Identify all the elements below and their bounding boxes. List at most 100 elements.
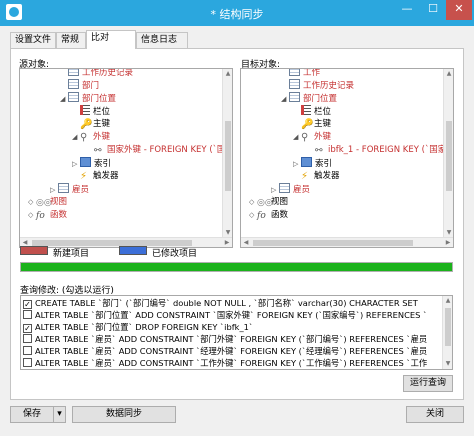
target-tree-label: 视图 — [271, 197, 289, 207]
source-tree-label: 外键 — [93, 132, 111, 142]
source-tree-row[interactable]: 工作历史记录 — [60, 69, 133, 79]
scroll-down-icon[interactable]: ▼ — [443, 359, 452, 369]
tab-compare[interactable]: 比对 — [86, 30, 136, 49]
expand-toggle-icon[interactable]: ◢ — [293, 131, 301, 144]
source-tree-row[interactable]: 部门 — [60, 79, 99, 92]
source-tree-label: 函数 — [50, 210, 68, 220]
query-row[interactable]: ✓ ALTER TABLE `部门位置` DROP FOREIGN KEY `ib… — [23, 321, 253, 333]
target-tree-row[interactable]: 工作历史记录 — [281, 79, 354, 92]
scroll-thumb[interactable] — [446, 121, 452, 191]
table-icon — [68, 92, 79, 102]
modified-item-swatch — [119, 246, 147, 255]
source-tree-row[interactable]: ◢ ⚲ 外键 — [72, 131, 110, 144]
source-tree-row[interactable]: 栏位 — [72, 105, 110, 118]
query-checkbox[interactable]: ✓ — [23, 324, 32, 333]
source-tree-row[interactable]: ◇ fo 函数 — [28, 209, 67, 222]
scroll-left-icon[interactable]: ◀ — [241, 238, 251, 247]
target-tree-label: 部门位置 — [303, 94, 338, 104]
target-tree-row[interactable]: ▷ 雇员 — [271, 183, 310, 196]
scroll-up-icon[interactable]: ▲ — [223, 69, 232, 79]
query-row[interactable]: ALTER TABLE `部门位置` ADD CONSTRAINT `国家外键`… — [23, 309, 427, 321]
query-text: ALTER TABLE `部门位置` ADD CONSTRAINT `国家外键`… — [35, 310, 428, 320]
query-checkbox[interactable] — [23, 310, 32, 319]
query-checkbox[interactable] — [23, 334, 32, 343]
expand-toggle-icon[interactable]: ◇ — [28, 209, 36, 222]
query-checkbox[interactable]: ✓ — [23, 300, 32, 309]
tab-settings-file[interactable]: 设置文件 — [10, 32, 56, 48]
target-tree-row[interactable]: ◢ 部门位置 — [281, 92, 337, 105]
column-icon — [80, 105, 90, 115]
source-tree-row[interactable]: 🔑主键 — [72, 118, 110, 131]
scroll-thumb[interactable] — [445, 308, 451, 346]
target-tree-row[interactable]: ◇ ◎◎视图 — [249, 196, 288, 209]
save-dropdown-button[interactable]: ▾ — [53, 406, 66, 423]
expand-toggle-icon[interactable]: ◇ — [28, 196, 36, 209]
target-tree-row[interactable]: 🔑主键 — [293, 118, 331, 131]
source-tree-row[interactable]: ⚯ 国家外键 - FOREIGN KEY (`国家 — [86, 144, 232, 157]
target-tree[interactable]: 工作工作历史记录 ◢ 部门位置 栏位 🔑主键 ◢ ⚲ 外键 ⚯ ibfk_1 - FOREIGN … — [240, 68, 454, 248]
run-query-button[interactable]: 运行查询 — [403, 375, 453, 392]
horizontal-scrollbar[interactable]: ◀ ▶ — [241, 237, 453, 247]
target-tree-label: 工作历史记录 — [303, 81, 355, 91]
target-tree-row[interactable]: ⚡ 触发器 — [293, 170, 340, 183]
scroll-thumb[interactable] — [253, 240, 413, 246]
source-tree[interactable]: 工作历史记录 部门 ◢ 部门位置 栏位 🔑主键 ◢ ⚲ 外键 ⚯ 国家外键 - FOREIGN KE… — [19, 68, 233, 248]
query-list[interactable]: ✓ CREATE TABLE `部门` (`部门编号` double NOT NU… — [20, 295, 453, 370]
expand-toggle-icon[interactable]: ◢ — [72, 131, 80, 144]
query-vertical-scrollbar[interactable]: ▲ ▼ — [442, 296, 452, 369]
expand-toggle-icon[interactable]: ◢ — [281, 93, 289, 106]
vertical-scrollbar[interactable]: ▲ ▼ — [222, 69, 232, 238]
query-checkbox[interactable] — [23, 358, 32, 367]
close-window-button[interactable]: ✕ — [446, 0, 472, 20]
scroll-right-icon[interactable]: ▶ — [443, 238, 453, 247]
source-tree-row[interactable]: ▷ 索引 — [72, 157, 111, 170]
expand-toggle-icon[interactable]: ◢ — [60, 93, 68, 106]
query-text: ALTER TABLE `雇员` ADD CONSTRAINT `工作外键` F… — [35, 358, 428, 368]
scroll-up-icon[interactable]: ▲ — [443, 296, 452, 306]
target-tree-row[interactable]: 栏位 — [293, 105, 331, 118]
table-icon — [289, 69, 300, 76]
tab-general[interactable]: 常规 — [56, 32, 86, 48]
query-row[interactable]: ALTER TABLE `雇员` ADD CONSTRAINT `部门外键` F… — [23, 333, 427, 345]
scroll-thumb[interactable] — [225, 121, 231, 191]
source-tree-label: 索引 — [94, 159, 112, 169]
table-icon — [68, 79, 79, 89]
target-tree-row[interactable]: 工作 — [281, 69, 320, 79]
vertical-scrollbar[interactable]: ▲ ▼ — [443, 69, 453, 238]
compare-panel: 源对象: 目标对象: 工作历史记录 部门 ◢ 部门位置 栏位 🔑主键 ◢ ⚲ 外键 ⚯ 国家外键 -… — [10, 48, 464, 400]
scroll-right-icon[interactable]: ▶ — [222, 238, 232, 247]
scroll-up-icon[interactable]: ▲ — [444, 69, 453, 79]
close-button[interactable]: 关闭 — [406, 406, 464, 423]
maximize-button[interactable]: ☐ — [420, 0, 446, 20]
foreign-key-item-icon: ⚯ — [94, 146, 102, 156]
query-row[interactable]: ALTER TABLE `雇员` ADD CONSTRAINT `经理外键` F… — [23, 345, 427, 357]
target-tree-row[interactable]: ◢ ⚲ 外键 — [293, 131, 331, 144]
save-button[interactable]: 保存 — [10, 406, 54, 423]
source-tree-label: 雇员 — [72, 185, 90, 195]
query-row[interactable]: ✓ CREATE TABLE `部门` (`部门编号` double NOT NU… — [23, 297, 418, 309]
source-tree-label: 部门位置 — [82, 94, 117, 104]
source-tree-row[interactable]: ▷ 雇员 — [50, 183, 89, 196]
table-icon — [289, 79, 300, 89]
target-tree-row[interactable]: ▷ 索引 — [293, 157, 332, 170]
source-tree-label: 主键 — [93, 119, 111, 129]
source-tree-row[interactable]: ◇ ◎◎视图 — [28, 196, 67, 209]
query-row[interactable]: ALTER TABLE `雇员` ADD CONSTRAINT `工作外键` F… — [23, 357, 427, 369]
query-checkbox[interactable] — [23, 346, 32, 355]
tab-message-log[interactable]: 信息日志 — [136, 32, 188, 48]
target-tree-label: 触发器 — [314, 171, 340, 181]
source-tree-label: 触发器 — [93, 171, 119, 181]
source-tree-row[interactable]: ◢ 部门位置 — [60, 92, 116, 105]
expand-toggle-icon[interactable]: ◇ — [249, 209, 257, 222]
title-bar: * 结构同步 — ☐ ✕ — [0, 0, 474, 26]
source-tree-row[interactable]: ⚡ 触发器 — [72, 170, 119, 183]
data-sync-button[interactable]: 数据同步 — [72, 406, 176, 423]
expand-toggle-icon[interactable]: ◇ — [249, 196, 257, 209]
minimize-button[interactable]: — — [394, 0, 420, 20]
target-tree-row[interactable]: ◇ fo 函数 — [249, 209, 288, 222]
source-tree-label: 视图 — [50, 197, 68, 207]
index-icon — [301, 157, 312, 167]
foreign-key-icon: ⚲ — [80, 132, 88, 143]
foreign-key-icon: ⚲ — [301, 132, 309, 143]
target-tree-row[interactable]: ⚯ ibfk_1 - FOREIGN KEY (`国家编 — [307, 144, 453, 157]
